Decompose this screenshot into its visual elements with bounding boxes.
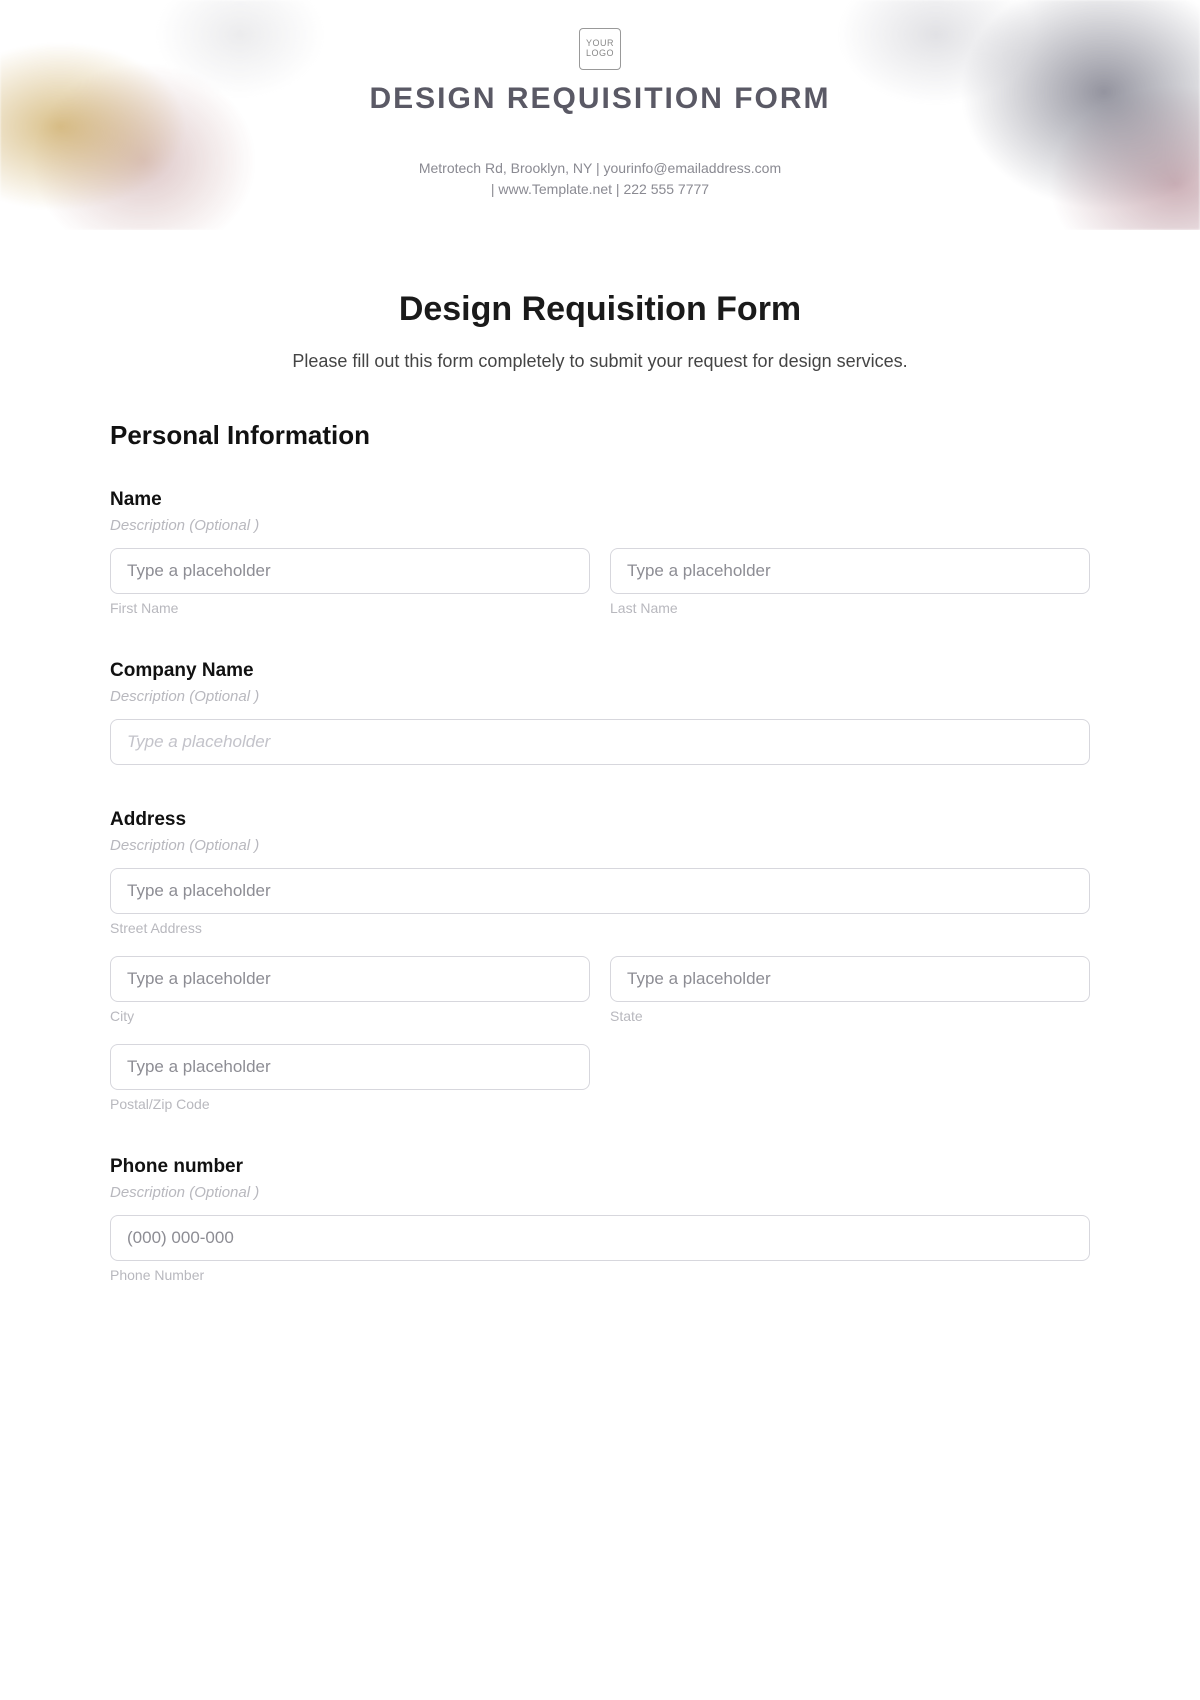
phone-sublabel: Phone Number — [110, 1267, 1090, 1283]
name-label: Name — [110, 489, 1090, 511]
field-group-company: Company Name Description (Optional ) — [110, 660, 1090, 765]
phone-label: Phone number — [110, 1156, 1090, 1178]
street-input[interactable] — [110, 868, 1090, 914]
last-name-input[interactable] — [610, 548, 1090, 594]
postal-input[interactable] — [110, 1044, 590, 1090]
logo-placeholder: YOUR LOGO — [579, 28, 621, 70]
phone-input[interactable] — [110, 1215, 1090, 1261]
hero-title: DESIGN REQUISITION FORM — [0, 82, 1200, 116]
hero-meta-line-2: | www.Template.net | 222 555 7777 — [0, 179, 1200, 200]
first-name-sublabel: First Name — [110, 600, 590, 616]
field-group-address: Address Description (Optional ) Street A… — [110, 809, 1090, 1112]
name-description: Description (Optional ) — [110, 517, 1090, 534]
state-input[interactable] — [610, 956, 1090, 1002]
street-sublabel: Street Address — [110, 920, 1090, 936]
section-personal-info: Personal Information — [110, 420, 1090, 451]
company-input[interactable] — [110, 719, 1090, 765]
postal-sublabel: Postal/Zip Code — [110, 1096, 590, 1112]
form-content: Design Requisition Form Please fill out … — [0, 230, 1200, 1367]
address-label: Address — [110, 809, 1090, 831]
page-intro: Please fill out this form completely to … — [110, 351, 1090, 372]
city-sublabel: City — [110, 1008, 590, 1024]
hero-meta-line-1: Metrotech Rd, Brooklyn, NY | yourinfo@em… — [0, 158, 1200, 179]
company-description: Description (Optional ) — [110, 688, 1090, 705]
address-description: Description (Optional ) — [110, 837, 1090, 854]
hero-contact-info: Metrotech Rd, Brooklyn, NY | yourinfo@em… — [0, 158, 1200, 200]
hero-banner: YOUR LOGO DESIGN REQUISITION FORM Metrot… — [0, 0, 1200, 230]
field-group-name: Name Description (Optional ) First Name … — [110, 489, 1090, 616]
company-label: Company Name — [110, 660, 1090, 682]
field-group-phone: Phone number Description (Optional ) Pho… — [110, 1156, 1090, 1283]
phone-description: Description (Optional ) — [110, 1184, 1090, 1201]
page-title: Design Requisition Form — [110, 290, 1090, 329]
first-name-input[interactable] — [110, 548, 590, 594]
city-input[interactable] — [110, 956, 590, 1002]
state-sublabel: State — [610, 1008, 1090, 1024]
last-name-sublabel: Last Name — [610, 600, 1090, 616]
